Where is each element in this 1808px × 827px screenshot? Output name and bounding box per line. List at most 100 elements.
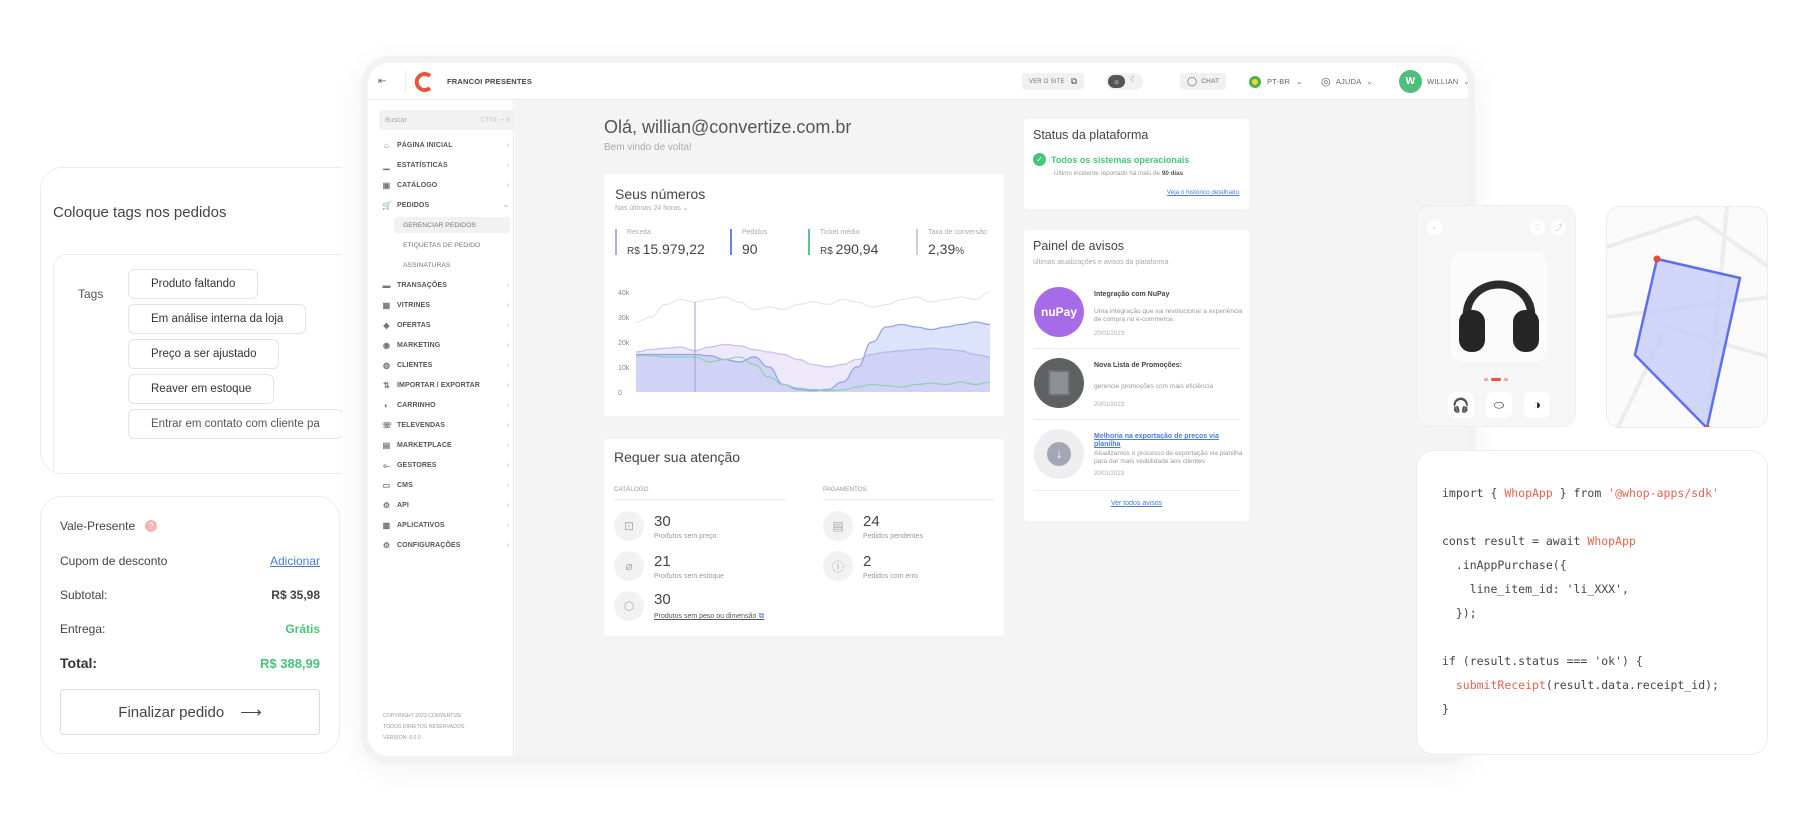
sidebar-item-televendas[interactable]: ☏ TELEVENDAS ›: [382, 418, 509, 432]
tag-chip[interactable]: Em análise interna da loja: [128, 304, 307, 334]
notice-item[interactable]: ↓ Melhoria na exportação de preços via p…: [1034, 429, 1242, 491]
sidebar-subitem[interactable]: ETIQUETAS DE PEDIDO: [394, 237, 510, 253]
status-panel: Status da plataforma ✓ Todos os sistemas…: [1024, 119, 1249, 209]
tag-chip[interactable]: Entrar em contato com cliente pa: [128, 409, 342, 439]
heart-icon[interactable]: ♡: [1530, 220, 1545, 235]
sidebar-item-api[interactable]: ⚙ API ›: [382, 498, 509, 512]
tag-chip[interactable]: Preço a ser ajustado: [128, 339, 280, 369]
sidebar-item-importar-exportar[interactable]: ⇅ IMPORTAR / EXPORTAR ›: [382, 378, 509, 392]
sidebar-item-label: VITRINES: [397, 301, 431, 309]
carousel-dots[interactable]: [1484, 378, 1510, 381]
notice-title: Nova Lista de Promoções:: [1094, 362, 1182, 369]
user-name: WILLIAN: [1427, 77, 1459, 86]
notice-title[interactable]: Melhoria na exportação de preços via pla…: [1094, 433, 1244, 449]
code-token: line_item_id: 'li_XXX',: [1442, 582, 1629, 596]
chat-button[interactable]: ◯ CHAT: [1180, 63, 1227, 100]
tag-chip[interactable]: Reaver em estoque: [128, 374, 275, 404]
sidebar-item-configurações[interactable]: ⚙ CONFIGURAÇÕES ›: [382, 538, 509, 552]
sidebar-item-página-inicial[interactable]: ⌂ PÁGINA INICIAL ›: [382, 138, 509, 152]
period-selector[interactable]: Nas últimas 24 horas ⌄: [615, 204, 689, 212]
notice-item[interactable]: nuPay Integração com NuPay Uma integraçã…: [1034, 287, 1242, 349]
thumbnail-case-icon[interactable]: ◑: [1524, 392, 1550, 418]
sidebar-item-label: OFERTAS: [397, 321, 431, 329]
add-coupon-link[interactable]: Adicionar: [270, 554, 320, 568]
attention-item[interactable]: ⬡ 30 Produtos sem peso ou dimensão ⧉: [614, 591, 764, 621]
thumbnail-headphones-icon[interactable]: 🎧: [1448, 392, 1474, 418]
incident-days: 90 dias: [1161, 170, 1184, 177]
sidebar-item-gestores[interactable]: ⟜ GESTORES ›: [382, 458, 509, 472]
attention-item[interactable]: ⓘ 2 Pedidos com erro: [823, 551, 918, 581]
search-input[interactable]: Buscar CTRL + K: [379, 110, 517, 130]
help-menu[interactable]: ◎ AJUDA ⌄: [1321, 63, 1373, 100]
sidebar-item-catálogo[interactable]: ▣ CATÁLOGO ›: [382, 178, 509, 192]
all-notices-link[interactable]: Ver todos avisos: [1024, 500, 1249, 507]
finish-order-button[interactable]: Finalizar pedido ⟶: [60, 689, 320, 735]
brand-logo: [414, 63, 436, 100]
notice-item[interactable]: Nova Lista de Promoções: gerencie promoç…: [1034, 358, 1240, 420]
view-site-button[interactable]: VER O SITE ⧉: [1022, 63, 1085, 100]
sidebar-item-transações[interactable]: ▬ TRANSAÇÕES ›: [382, 278, 509, 292]
sidebar-item-carrinho[interactable]: ◐ CARRINHO ›: [382, 398, 509, 412]
sidebar-item-marketplace[interactable]: ▤ MARKETPLACE ›: [382, 438, 509, 452]
chevron-right-icon: ›: [506, 281, 509, 289]
attention-desc[interactable]: Produtos sem peso ou dimensão ⧉: [654, 611, 764, 621]
chart-icon: ▁: [383, 160, 390, 170]
total-row: Total: R$ 388,99: [60, 655, 320, 671]
chevron-right-icon: ›: [506, 481, 509, 489]
attention-item[interactable]: ▤ 24 Pedidos pendentes: [823, 511, 923, 541]
external-link-icon[interactable]: ⧉: [756, 611, 765, 620]
help-icon[interactable]: ?: [145, 520, 158, 532]
code-line: line_item_id: 'li_XXX',: [1442, 577, 1719, 601]
language-selector[interactable]: PT-BR ⌄: [1249, 63, 1303, 100]
revenue-chart[interactable]: 40k 30k 20k 10k 0: [604, 284, 1004, 410]
attention-item[interactable]: ⌀ 21 Produtos sem estoque: [614, 551, 724, 581]
alert-icon: ⓘ: [823, 551, 853, 581]
tags-card: Coloque tags nos pedidos Tags Produto fa…: [40, 167, 342, 474]
check-circle-icon: ✓: [1033, 153, 1046, 166]
stat-label: Taxa de conversão: [928, 229, 987, 236]
sidebar-item-label: CMS: [397, 481, 413, 489]
history-link[interactable]: Veja o histórico detalhado: [1167, 189, 1239, 196]
sidebar-item-vitrines[interactable]: ▦ VITRINES ›: [382, 298, 509, 312]
chevron-right-icon: ›: [506, 541, 509, 549]
sidebar-item-label: ESTATÍSTICAS: [397, 161, 448, 169]
chevron-right-icon: ›: [506, 501, 509, 509]
chevron-right-icon: ›: [506, 341, 509, 349]
user-menu[interactable]: W WILLIAN ⌄: [1399, 63, 1468, 100]
code-line: const result = await WhopApp: [1442, 529, 1719, 553]
sidebar-item-ofertas[interactable]: ◆ OFERTAS ›: [382, 318, 509, 332]
sidebar-item-label: MARKETPLACE: [397, 441, 452, 449]
sidebar-subitem[interactable]: GERENCIAR PEDIDOS: [394, 217, 510, 233]
sidebar-item-clientes[interactable]: ◍ CLIENTES ›: [382, 358, 509, 372]
brazil-flag-icon: [1249, 75, 1261, 88]
sidebar-item-label: TRANSAÇÕES: [397, 281, 448, 289]
incident-text: Último incidente reportado há mais de 90…: [1054, 170, 1183, 177]
theme-toggle[interactable]: ☼ ☾: [1106, 63, 1143, 100]
map-card[interactable]: [1606, 206, 1768, 428]
sidebar-item-pedidos[interactable]: 🛒 PEDIDOS ⌄: [382, 198, 509, 212]
sidebar-item-aplicativos[interactable]: ▩ APLICATIVOS ›: [382, 518, 509, 532]
attention-item[interactable]: ⊡ 30 Produtos sem preço: [614, 511, 717, 541]
map-polygon[interactable]: [1607, 207, 1768, 428]
attention-desc: Pedidos pendentes: [863, 532, 923, 540]
y-tick-label: 30k: [618, 315, 630, 322]
menu-collapse-icon[interactable]: ⇤: [378, 63, 387, 100]
sidebar-item-estatísticas[interactable]: ▁ ESTATÍSTICAS ›: [382, 158, 509, 172]
total-label: Total:: [60, 655, 98, 671]
thumbnail-earcup-icon[interactable]: ⬭: [1486, 392, 1512, 418]
tag-chip[interactable]: Produto faltando: [128, 269, 259, 299]
code-token: submitReceipt: [1455, 678, 1546, 692]
stat-value: 2,39%: [928, 241, 987, 257]
phone-icon: ☏: [382, 420, 393, 430]
notice-date: 20/01/2023: [1094, 331, 1125, 337]
users-icon: ◍: [382, 360, 391, 370]
sidebar-item-marketing[interactable]: ◉ MARKETING ›: [382, 338, 509, 352]
back-icon[interactable]: ‹: [1427, 220, 1442, 235]
share-icon[interactable]: ⤴: [1551, 220, 1566, 235]
sidebar-subitem[interactable]: ASSINATURAS: [394, 257, 510, 273]
status-ok-row: ✓ Todos os sistemas operacionais: [1033, 153, 1189, 166]
gift-label: Vale-Presente: [60, 519, 136, 533]
sidebar-item-cms[interactable]: ▭ CMS ›: [382, 478, 509, 492]
coupon-label: Cupom de desconto: [60, 554, 168, 568]
